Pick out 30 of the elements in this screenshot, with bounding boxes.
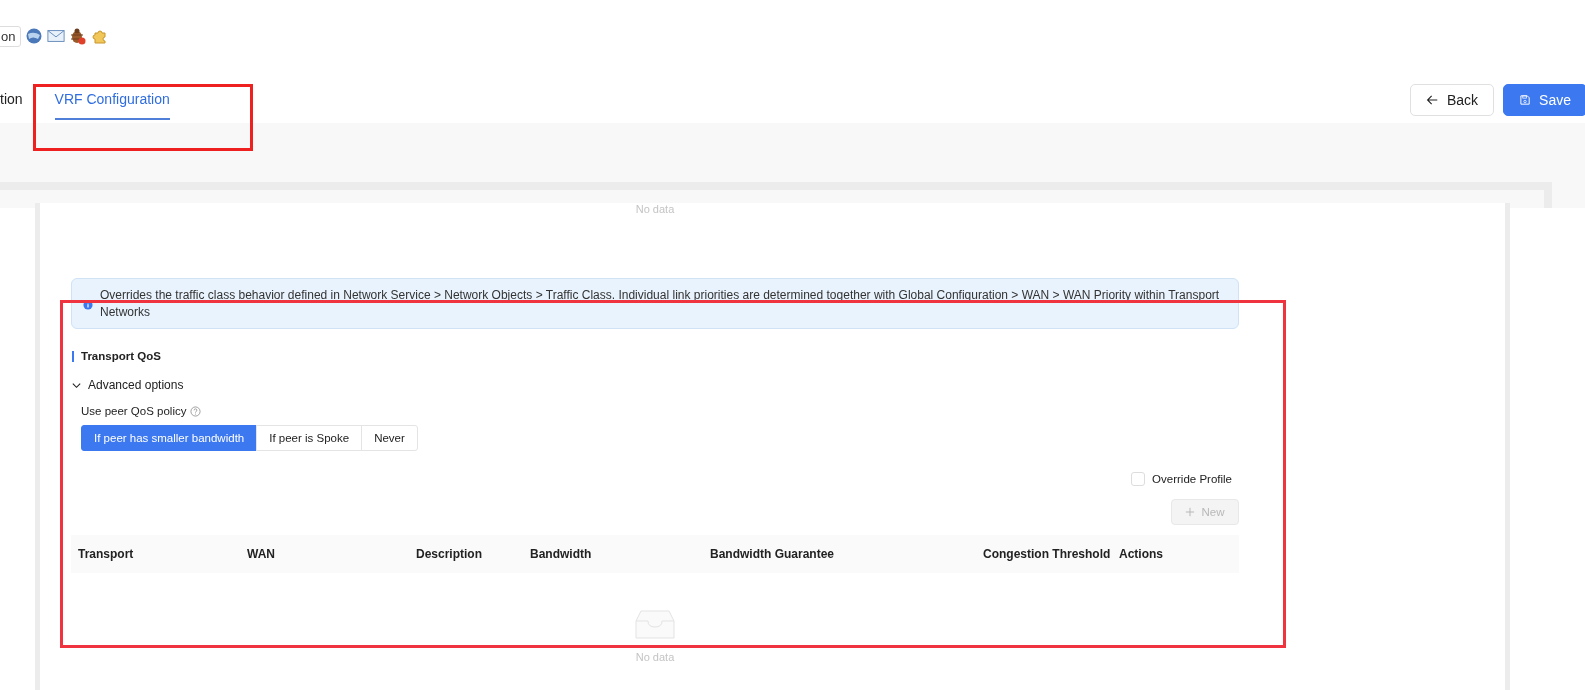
column-header: Description [416, 547, 482, 561]
field-label: Use peer QoS policy [81, 405, 187, 417]
column-header: Bandwidth Guarantee [710, 547, 834, 561]
plus-icon [1185, 507, 1196, 517]
segment-option[interactable]: If peer is Spoke [256, 425, 363, 451]
section-title: Transport QoS [72, 351, 1239, 362]
column-header: Congestion Threshold [983, 547, 1111, 561]
tab[interactable]: tion [0, 88, 23, 120]
empty-inbox-icon [635, 609, 675, 639]
column-header: Bandwidth [530, 547, 592, 561]
save-button[interactable]: Save [1503, 84, 1585, 116]
segment-option[interactable]: Never [361, 425, 418, 451]
toolbar-button[interactable]: on [0, 26, 22, 47]
tab[interactable]: VRF Configuration [54, 88, 170, 120]
segment-option[interactable]: If peer has smaller bandwidth [81, 425, 258, 451]
back-button[interactable]: Back [1410, 84, 1494, 116]
alert-text: Overrides the traffic class behavior defined in Network Service > Network Objects > Traffic Class. Individual link priorities are determined together with Global Configuration > WAN > WAN Priority within Transport Networks [100, 287, 1221, 321]
column-header: Transport [78, 547, 134, 561]
empty-text: No data [635, 651, 675, 663]
checkbox[interactable] [1131, 472, 1146, 486]
arrow-left-icon [1426, 93, 1439, 107]
checkbox-label: Override Profile [1152, 473, 1232, 485]
info-icon [83, 300, 93, 310]
bug-icon[interactable] [69, 27, 88, 45]
column-header: Actions [1119, 547, 1163, 561]
help-icon[interactable] [190, 405, 202, 417]
column-header: WAN [247, 547, 275, 561]
save-icon [1519, 93, 1532, 107]
empty-text: No data [634, 203, 676, 217]
advanced-options-toggle[interactable]: Advanced options [71, 378, 1239, 392]
